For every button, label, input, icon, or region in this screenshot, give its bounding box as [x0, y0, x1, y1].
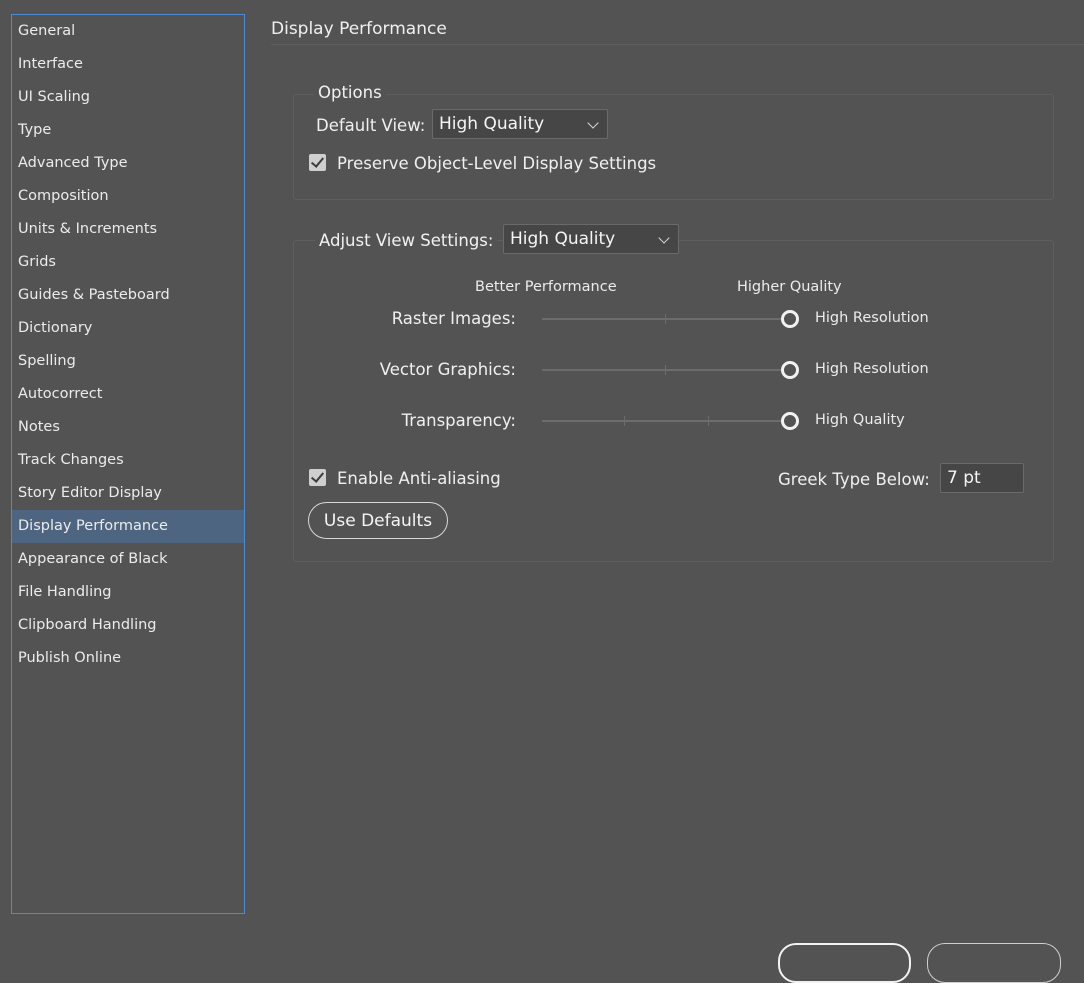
sidebar-item-spelling[interactable]: Spelling [12, 345, 244, 378]
vector-graphics-slider[interactable] [542, 361, 799, 379]
scale-high-label: Higher Quality [737, 279, 842, 295]
title-divider [271, 44, 1084, 45]
sidebar-item-file-handling[interactable]: File Handling [12, 576, 244, 609]
adjust-view-value: High Quality [510, 229, 616, 249]
options-group [293, 94, 1054, 200]
transparency-slider[interactable] [542, 412, 799, 430]
slider-knob[interactable] [781, 412, 799, 430]
chevron-down-icon [587, 117, 599, 129]
sidebar-item-general[interactable]: General [12, 15, 244, 48]
page-title: Display Performance [271, 19, 447, 39]
sidebar-item-appearance-of-black[interactable]: Appearance of Black [12, 543, 244, 576]
vector-graphics-value: High Resolution [815, 361, 929, 377]
sidebar-item-story-editor-display[interactable]: Story Editor Display [12, 477, 244, 510]
sidebar-item-autocorrect[interactable]: Autocorrect [12, 378, 244, 411]
slider-knob[interactable] [781, 310, 799, 328]
slider-tick [665, 365, 666, 375]
sidebar-item-publish-online[interactable]: Publish Online [12, 642, 244, 675]
sidebar-item-guides-pasteboard[interactable]: Guides & Pasteboard [12, 279, 244, 312]
transparency-value: High Quality [815, 412, 905, 428]
vector-graphics-label: Vector Graphics: [379, 360, 516, 379]
use-defaults-button[interactable]: Use Defaults [308, 502, 448, 539]
raster-images-label: Raster Images: [391, 309, 516, 328]
preserve-settings-label: Preserve Object-Level Display Settings [337, 154, 657, 173]
slider-tick [624, 416, 625, 426]
greek-type-label: Greek Type Below: [778, 470, 930, 489]
options-legend: Options [314, 83, 386, 102]
slider-track [542, 369, 794, 371]
sidebar-item-display-performance[interactable]: Display Performance [12, 510, 244, 543]
slider-track [542, 420, 794, 422]
sidebar-item-ui-scaling[interactable]: UI Scaling [12, 81, 244, 114]
ok-button[interactable] [778, 943, 911, 983]
sidebar-item-advanced-type[interactable]: Advanced Type [12, 147, 244, 180]
slider-tick [665, 314, 666, 324]
default-view-value: High Quality [439, 114, 545, 134]
greek-type-input[interactable]: 7 pt [940, 463, 1024, 493]
scale-low-label: Better Performance [475, 279, 617, 295]
checkmark-icon [310, 469, 325, 483]
slider-tick [708, 416, 709, 426]
sidebar-item-grids[interactable]: Grids [12, 246, 244, 279]
transparency-label: Transparency: [401, 411, 516, 430]
sidebar-item-interface[interactable]: Interface [12, 48, 244, 81]
sidebar-item-dictionary[interactable]: Dictionary [12, 312, 244, 345]
sidebar-item-clipboard-handling[interactable]: Clipboard Handling [12, 609, 244, 642]
sidebar-item-composition[interactable]: Composition [12, 180, 244, 213]
cancel-button[interactable] [927, 943, 1061, 983]
anti-aliasing-checkbox[interactable] [309, 469, 326, 486]
adjust-view-label: Adjust View Settings: [315, 231, 498, 250]
sidebar-item-notes[interactable]: Notes [12, 411, 244, 444]
slider-track [542, 318, 794, 320]
sidebar-item-type[interactable]: Type [12, 114, 244, 147]
preserve-settings-checkbox[interactable] [309, 154, 326, 171]
preferences-category-list: General Interface UI Scaling Type Advanc… [11, 14, 245, 914]
chevron-down-icon [658, 232, 670, 244]
sidebar-item-units-increments[interactable]: Units & Increments [12, 213, 244, 246]
checkmark-icon [310, 154, 325, 168]
adjust-view-dropdown[interactable]: High Quality [503, 224, 679, 254]
raster-images-value: High Resolution [815, 310, 929, 326]
default-view-dropdown[interactable]: High Quality [432, 109, 608, 139]
anti-aliasing-label: Enable Anti-aliasing [337, 469, 501, 488]
sidebar-item-track-changes[interactable]: Track Changes [12, 444, 244, 477]
slider-knob[interactable] [781, 361, 799, 379]
default-view-label: Default View: [316, 116, 426, 135]
raster-images-slider[interactable] [542, 310, 799, 328]
